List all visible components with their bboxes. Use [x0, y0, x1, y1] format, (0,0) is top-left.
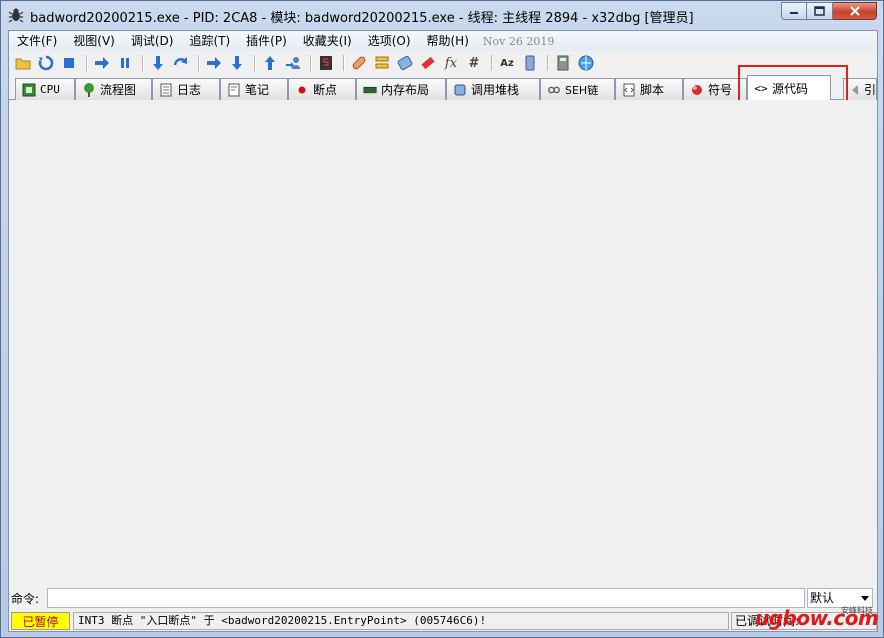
trace-over-icon[interactable] — [227, 53, 247, 73]
menu-file[interactable]: 文件(F) — [9, 31, 65, 51]
menu-plugins[interactable]: 插件(P) — [238, 31, 295, 51]
status-message: INT3 断点 "入口断点" 于 <badword20200215.EntryP… — [73, 612, 729, 630]
script-icon — [622, 83, 636, 97]
toolbar-separator — [254, 55, 256, 71]
cpu-icon — [22, 83, 36, 97]
tab-seh[interactable]: SEH链 — [540, 78, 615, 100]
breakpoint-icon — [295, 83, 309, 97]
window-controls — [781, 2, 877, 21]
status-bar: 已暂停 INT3 断点 "入口断点" 于 <badword20200215.En… — [9, 611, 877, 631]
restart-icon[interactable] — [36, 53, 56, 73]
strings-icon[interactable]: Az — [497, 53, 517, 73]
menu-options[interactable]: 选项(O) — [360, 31, 419, 51]
tab-graph[interactable]: 流程图 — [75, 78, 152, 100]
memory-icon — [363, 83, 377, 97]
tab-label: SEH链 — [565, 83, 599, 97]
bug-icon — [8, 7, 24, 23]
minimize-icon — [790, 12, 798, 14]
toolbar-separator — [343, 55, 345, 71]
toolbar-separator — [491, 55, 493, 71]
tab-label: 断点 — [313, 83, 338, 97]
window-title: badword20200215.exe - PID: 2CA8 - 模块: ba… — [30, 11, 694, 26]
tab-breakpoints[interactable]: 断点 — [288, 78, 356, 100]
comment-icon[interactable] — [372, 53, 392, 73]
tab-memory-map[interactable]: 内存布局 — [356, 78, 446, 100]
hash-icon[interactable]: # — [464, 53, 484, 73]
tab-label: 符号 — [708, 83, 733, 97]
tab-call-stack[interactable]: 调用堆栈 — [446, 78, 540, 100]
notes-icon — [227, 83, 241, 97]
tab-log[interactable]: 日志 — [152, 78, 220, 100]
trace-into-icon[interactable] — [204, 53, 224, 73]
build-date: Nov 26 2019 — [482, 34, 555, 48]
run-icon[interactable] — [92, 53, 112, 73]
command-input[interactable] — [47, 588, 805, 608]
stop-icon[interactable] — [59, 53, 79, 73]
seh-icon — [547, 83, 561, 97]
minimize-button[interactable] — [781, 2, 807, 20]
menu-favourites[interactable]: 收藏夹(I) — [295, 31, 360, 51]
execute-till-return-icon[interactable] — [260, 53, 280, 73]
close-icon — [849, 6, 860, 16]
command-mode-value: 默认 — [810, 591, 835, 605]
menu-bar: 文件(F) 视图(V) 调试(D) 追踪(T) 插件(P) 收藏夹(I) 选项(… — [9, 31, 877, 51]
symbol-icon — [690, 83, 704, 97]
tab-references[interactable]: 引 — [843, 78, 877, 100]
app-window: badword20200215.exe - PID: 2CA8 - 模块: ba… — [0, 0, 884, 638]
menu-help[interactable]: 帮助(H) — [419, 31, 477, 51]
device-icon[interactable] — [520, 53, 540, 73]
run-to-user-code-icon[interactable] — [283, 53, 303, 73]
pause-icon[interactable] — [115, 53, 135, 73]
log-icon — [159, 83, 173, 97]
status-badge: 已暂停 — [11, 612, 70, 630]
tab-label: 流程图 — [100, 83, 137, 97]
command-bar: 命令: 默认 — [9, 587, 877, 609]
scylla-icon[interactable] — [316, 53, 336, 73]
tab-notes[interactable]: 笔记 — [220, 78, 288, 100]
toolbar-separator — [86, 55, 88, 71]
chevron-down-icon — [861, 596, 869, 601]
title-bar[interactable]: badword20200215.exe - PID: 2CA8 - 模块: ba… — [1, 1, 883, 29]
tab-script[interactable]: 脚本 — [615, 78, 683, 100]
patch-icon[interactable] — [349, 53, 369, 73]
graph-icon — [82, 82, 96, 97]
bookmark-icon[interactable] — [418, 53, 438, 73]
menu-trace[interactable]: 追踪(T) — [181, 31, 238, 51]
tab-cpu[interactable]: CPU — [15, 78, 75, 100]
source-view-panel[interactable] — [9, 100, 877, 586]
tab-label: CPU — [40, 83, 60, 96]
tab-label: 脚本 — [640, 83, 665, 97]
client-area: 文件(F) 视图(V) 调试(D) 追踪(T) 插件(P) 收藏夹(I) 选项(… — [8, 30, 878, 632]
menu-debug[interactable]: 调试(D) — [123, 31, 182, 51]
watermark-caption: 安峰科技 — [841, 606, 873, 615]
toolbar-separator — [310, 55, 312, 71]
function-icon[interactable]: fx — [441, 53, 461, 73]
step-into-icon[interactable] — [148, 53, 168, 73]
tab-label: 内存布局 — [381, 83, 430, 97]
command-label: 命令: — [11, 592, 40, 606]
menu-view[interactable]: 视图(V) — [65, 31, 123, 51]
references-icon — [850, 83, 860, 97]
tab-label: 笔记 — [245, 83, 270, 97]
calculator-icon[interactable] — [553, 53, 573, 73]
maximize-icon — [814, 6, 825, 16]
tab-label: 引 — [864, 83, 877, 97]
callstack-icon — [453, 83, 467, 97]
open-icon[interactable] — [13, 53, 33, 73]
tab-label: 调用堆栈 — [471, 83, 520, 97]
maximize-button[interactable] — [807, 2, 833, 20]
step-over-icon[interactable] — [171, 53, 191, 73]
toolbar-separator — [142, 55, 144, 71]
close-button[interactable] — [833, 2, 877, 20]
tab-label: 日志 — [177, 83, 202, 97]
toolbar-separator — [198, 55, 200, 71]
help-icon[interactable] — [576, 53, 596, 73]
label-icon[interactable] — [395, 53, 415, 73]
toolbar-separator — [547, 55, 549, 71]
